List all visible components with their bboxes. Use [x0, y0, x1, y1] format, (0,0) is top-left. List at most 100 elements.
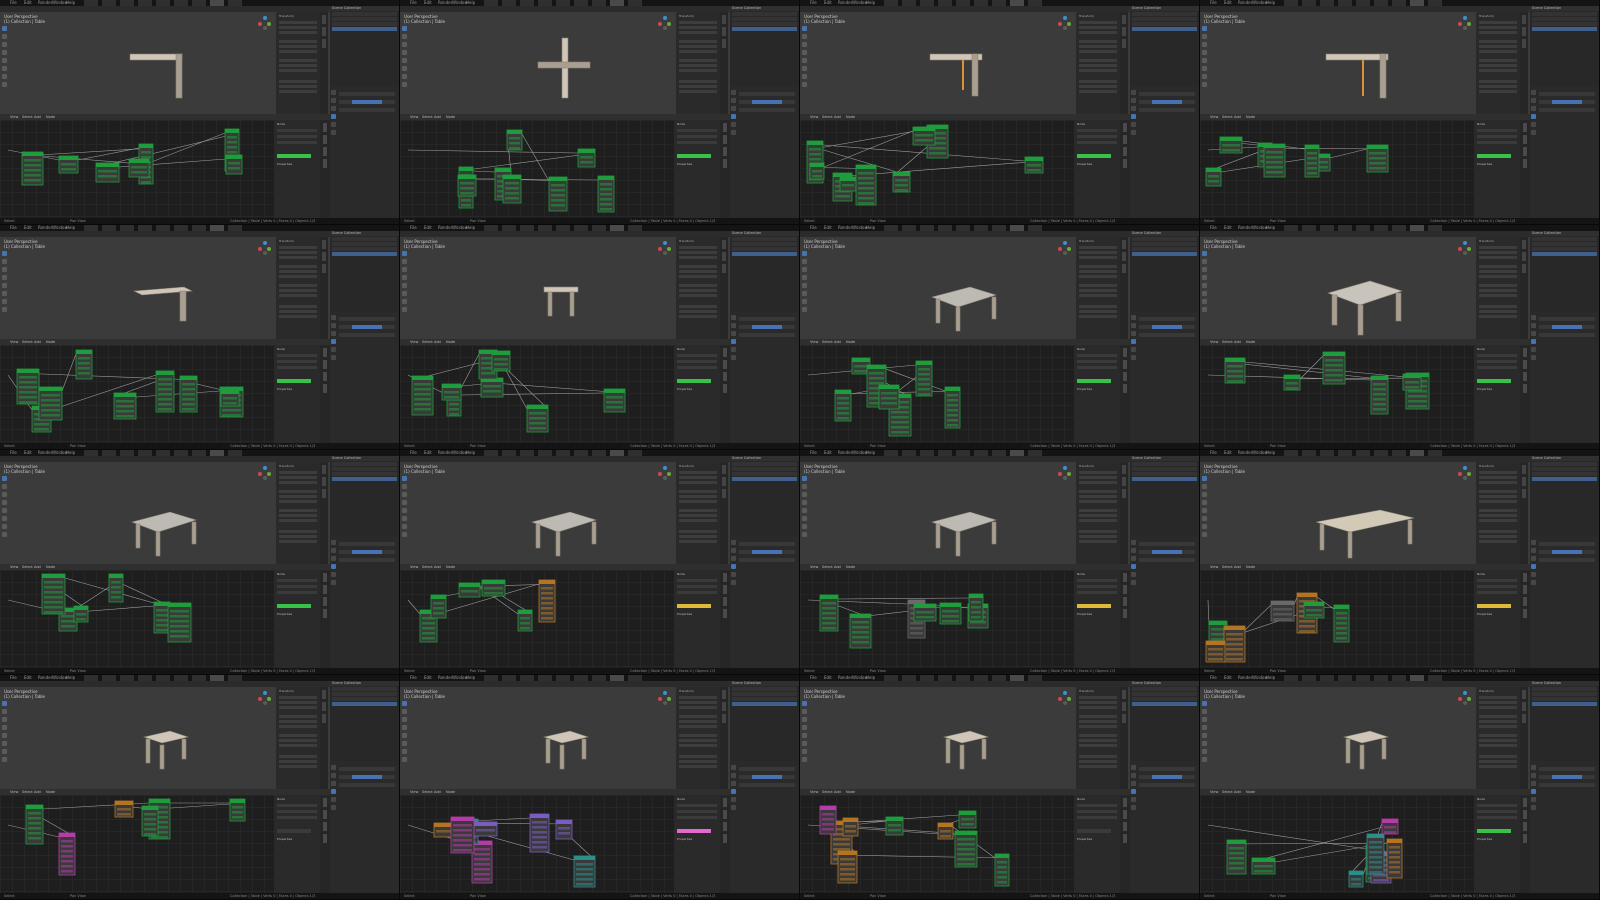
node-graph[interactable]: [800, 345, 1074, 443]
tool-shelf[interactable]: [1202, 251, 1207, 321]
node-label-field[interactable]: [677, 810, 717, 813]
modifier-field[interactable]: [1539, 783, 1595, 787]
dimension-z-field[interactable]: [1479, 315, 1517, 318]
node-sidebar-tabs[interactable]: [1120, 795, 1130, 893]
measure-tool-icon[interactable]: [2, 307, 7, 312]
node-graph[interactable]: [0, 570, 274, 668]
cursor-tool-icon[interactable]: [802, 709, 807, 714]
scale-z-field[interactable]: [1479, 294, 1517, 297]
annotate-tool-icon[interactable]: [802, 74, 807, 79]
output-props-icon[interactable]: [731, 548, 736, 553]
object-props-icon[interactable]: [731, 781, 736, 786]
add-modifier-button[interactable]: [739, 92, 795, 96]
tab-view[interactable]: [722, 714, 726, 723]
dimension-x-field[interactable]: [279, 80, 317, 83]
tab-tool[interactable]: [1522, 27, 1526, 36]
measure-tool-icon[interactable]: [802, 82, 807, 87]
tab-item[interactable]: [1122, 240, 1126, 249]
node-color-swatch[interactable]: [677, 379, 711, 383]
dimension-z-field[interactable]: [1479, 540, 1517, 543]
node-sidebar-tabs[interactable]: [1120, 120, 1130, 218]
move-tool-icon[interactable]: [802, 267, 807, 272]
node-sidebar[interactable]: Node Properties: [1474, 120, 1520, 218]
render-props-icon[interactable]: [1531, 765, 1536, 770]
location-x-field[interactable]: [679, 246, 717, 249]
tab-item[interactable]: [722, 240, 726, 249]
outliner-row-selected[interactable]: [1132, 252, 1197, 256]
physics-props-icon[interactable]: [1531, 572, 1536, 577]
tool-shelf[interactable]: [802, 476, 807, 546]
item-sidebar[interactable]: Transform: [1076, 687, 1120, 789]
output-props-icon[interactable]: [1531, 323, 1536, 328]
add-modifier-button[interactable]: [1539, 317, 1595, 321]
outliner-row[interactable]: [1532, 687, 1597, 691]
node-label-field[interactable]: [1477, 585, 1517, 588]
move-tool-icon[interactable]: [1202, 717, 1207, 722]
scale-y-field[interactable]: [1479, 64, 1517, 67]
location-y-field[interactable]: [1479, 701, 1517, 704]
tab-view[interactable]: [323, 147, 327, 156]
scale-x-field[interactable]: [679, 509, 717, 512]
transform-tool-icon[interactable]: [2, 66, 7, 71]
node-field[interactable]: [1477, 366, 1517, 369]
node-color-swatch[interactable]: [1077, 604, 1111, 608]
scale-z-field[interactable]: [279, 519, 317, 522]
node-sidebar-tabs[interactable]: [720, 795, 730, 893]
scale-y-field[interactable]: [279, 514, 317, 517]
scale-z-field[interactable]: [1079, 519, 1117, 522]
node-color-swatch[interactable]: [1477, 604, 1511, 608]
tab-item[interactable]: [722, 465, 726, 474]
cursor-tool-icon[interactable]: [802, 484, 807, 489]
cursor-tool-icon[interactable]: [802, 259, 807, 264]
select-tool-icon[interactable]: [1202, 701, 1207, 706]
tab-tool[interactable]: [723, 360, 727, 369]
dimension-y-field[interactable]: [679, 310, 717, 313]
sidebar-tabs[interactable]: [320, 237, 328, 339]
rotation-z-field[interactable]: [679, 500, 717, 503]
object-props-icon[interactable]: [1131, 781, 1136, 786]
cursor-tool-icon[interactable]: [2, 34, 7, 39]
tab-tool[interactable]: [1522, 702, 1526, 711]
node-tree-selector[interactable]: [1152, 100, 1182, 104]
geometry-node-editor[interactable]: [0, 795, 274, 893]
node-name-field[interactable]: [1477, 354, 1517, 357]
object-props-icon[interactable]: [1531, 556, 1536, 561]
annotate-tool-icon[interactable]: [1202, 749, 1207, 754]
properties-editor[interactable]: [1130, 311, 1199, 445]
move-tool-icon[interactable]: [2, 717, 7, 722]
tab-node[interactable]: [723, 348, 727, 357]
tab-view[interactable]: [1122, 714, 1126, 723]
dimension-z-field[interactable]: [279, 90, 317, 93]
add-modifier-button[interactable]: [1539, 767, 1595, 771]
navigation-gizmo-icon[interactable]: [1458, 691, 1472, 705]
properties-editor[interactable]: [330, 311, 399, 445]
properties-editor[interactable]: [1130, 86, 1199, 220]
tab-group[interactable]: [1523, 609, 1527, 618]
tab-view[interactable]: [722, 264, 726, 273]
cursor-tool-icon[interactable]: [402, 484, 407, 489]
location-z-field[interactable]: [679, 31, 717, 34]
add-modifier-button[interactable]: [739, 317, 795, 321]
tab-item[interactable]: [1522, 15, 1526, 24]
measure-tool-icon[interactable]: [1202, 757, 1207, 762]
outliner-row[interactable]: [1532, 22, 1597, 26]
tab-group[interactable]: [1123, 609, 1127, 618]
material-props-icon[interactable]: [1531, 355, 1536, 360]
sidebar-tabs[interactable]: [1120, 12, 1128, 114]
outliner-row[interactable]: [332, 692, 397, 696]
tab-tool[interactable]: [323, 135, 327, 144]
rotation-x-field[interactable]: [279, 490, 317, 493]
location-z-field[interactable]: [679, 706, 717, 709]
node-sidebar-tabs[interactable]: [720, 120, 730, 218]
node-field[interactable]: [1077, 591, 1117, 594]
rotation-z-field[interactable]: [679, 725, 717, 728]
outliner-row[interactable]: [1132, 12, 1197, 16]
tab-item[interactable]: [1122, 465, 1126, 474]
navigation-gizmo-icon[interactable]: [658, 16, 672, 30]
outliner[interactable]: Scene Collection: [1530, 6, 1599, 86]
output-props-icon[interactable]: [1131, 323, 1136, 328]
item-sidebar[interactable]: Transform: [676, 237, 720, 339]
node-sidebar[interactable]: Node Properties: [1474, 570, 1520, 668]
tab-view[interactable]: [1523, 372, 1527, 381]
output-props-icon[interactable]: [1131, 773, 1136, 778]
